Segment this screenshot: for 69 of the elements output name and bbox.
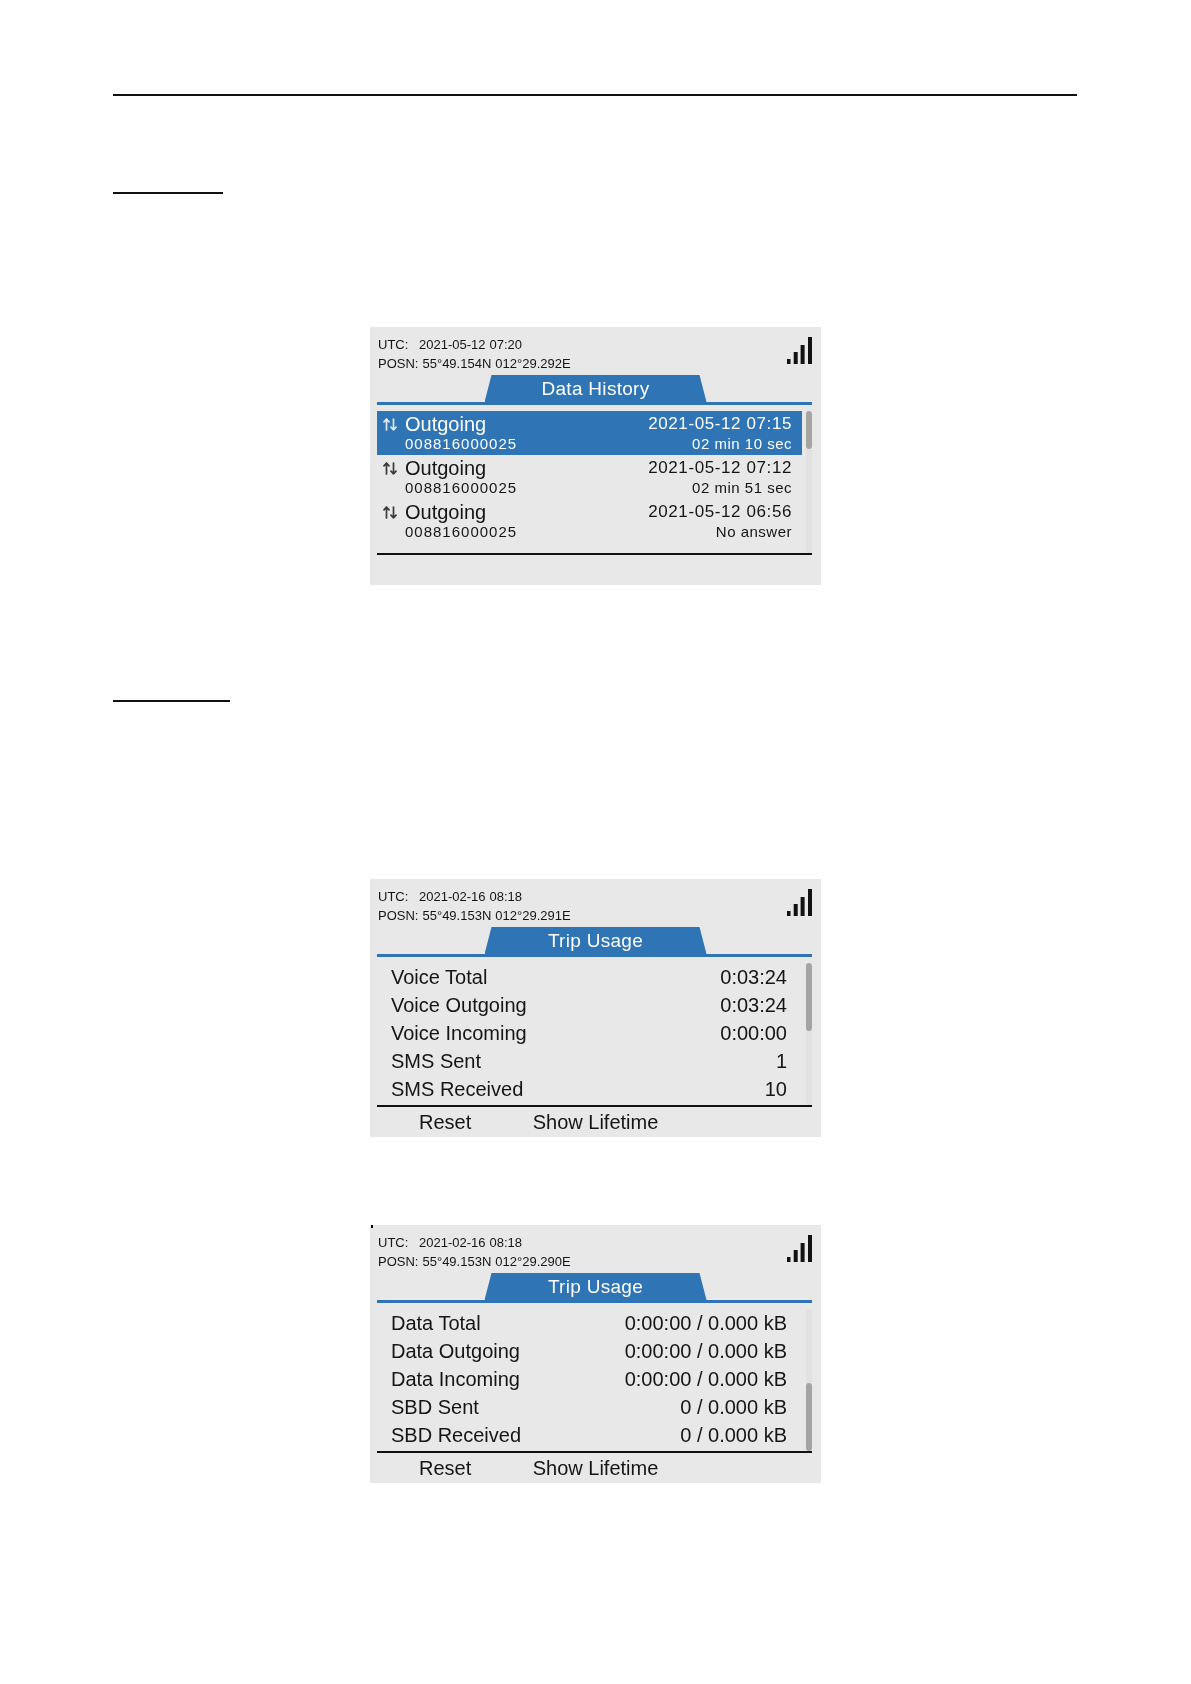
usage-value: 0:00:00 / 0.000 kB — [624, 1311, 787, 1336]
usage-value: 0 / 0.000 kB — [680, 1395, 787, 1420]
usage-label: SMS Sent — [391, 1049, 482, 1074]
phone-number: 008816000025 — [405, 523, 519, 541]
call-direction: Outgoing — [405, 457, 488, 479]
call-duration: No answer — [714, 523, 792, 541]
up-down-arrows-icon — [383, 462, 397, 475]
utc-date: 2021-02-16 — [419, 1234, 486, 1252]
signal-strength-icon — [787, 1235, 812, 1262]
utc-label: UTC: — [378, 336, 410, 354]
latitude-text: 55°49.153N — [422, 907, 492, 925]
utc-date: 2021-02-16 — [419, 888, 486, 906]
softkey[interactable]: Show Lifetime — [532, 1110, 659, 1134]
call-list-item[interactable]: Outgoing 008816000025 2021-05-12 06:56 No answer — [377, 499, 802, 543]
latitude-text: 55°49.154N — [422, 355, 492, 373]
position-label: POSN: — [378, 1253, 419, 1271]
position-label: POSN: — [378, 907, 419, 925]
phone-number: 008816000025 — [405, 479, 519, 497]
signal-strength-icon — [787, 337, 812, 364]
usage-label: Data Incoming — [391, 1367, 520, 1392]
usage-label: Voice Incoming — [391, 1021, 527, 1046]
usage-value: 1 — [775, 1049, 787, 1074]
usage-value: 0:00:00 — [720, 1021, 787, 1046]
title-banner: Trip Usage — [484, 927, 707, 954]
usage-value: 0:03:24 — [720, 965, 787, 990]
call-datetime: 2021-05-12 07:15 — [648, 413, 792, 435]
longitude-text: 012°29.291E — [495, 907, 571, 925]
usage-label: SBD Sent — [391, 1395, 479, 1420]
title-banner: Trip Usage — [484, 1273, 707, 1300]
utc-time: 07:20 — [489, 336, 523, 354]
usage-value: 0 / 0.000 kB — [680, 1423, 787, 1448]
up-down-arrows-icon — [383, 418, 397, 431]
usage-label: Voice Outgoing — [391, 993, 527, 1018]
phone-number: 008816000025 — [405, 435, 519, 453]
usage-value: 0:00:00 / 0.000 kB — [624, 1367, 787, 1392]
utc-time: 08:18 — [489, 1234, 523, 1252]
latitude-text: 55°49.153N — [422, 1253, 492, 1271]
longitude-text: 012°29.292E — [495, 355, 571, 373]
scrollbar-thumb — [806, 411, 812, 449]
utc-date: 2021-05-12 — [419, 336, 486, 354]
utc-label: UTC: — [378, 888, 410, 906]
usage-value: 10 — [764, 1077, 787, 1102]
usage-value: 0:00:00 / 0.000 kB — [624, 1339, 787, 1364]
softkey[interactable]: Show Lifetime — [532, 1456, 659, 1480]
longitude-text: 012°29.290E — [495, 1253, 571, 1271]
call-datetime: 2021-05-12 07:12 — [648, 457, 792, 479]
usage-value: 0:03:24 — [720, 993, 787, 1018]
usage-label: Voice Total — [391, 965, 488, 990]
call-duration: 02 min 10 sec — [691, 435, 792, 453]
usage-label: SMS Received — [391, 1077, 524, 1102]
position-label: POSN: — [378, 355, 419, 373]
usage-label: SBD Received — [391, 1423, 522, 1448]
utc-time: 08:18 — [489, 888, 523, 906]
usage-label: Data Outgoing — [391, 1339, 520, 1364]
call-duration: 02 min 51 sec — [691, 479, 792, 497]
scrollbar-thumb — [806, 963, 812, 1031]
call-direction: Outgoing — [405, 413, 488, 435]
up-down-arrows-icon — [383, 506, 397, 519]
call-list-item[interactable]: Outgoing 008816000025 2021-05-12 07:15 02 min 10 sec — [377, 411, 802, 455]
call-direction: Outgoing — [405, 501, 488, 523]
usage-label: Data Total — [391, 1311, 481, 1336]
title-banner: Data History — [484, 375, 707, 402]
utc-label: UTC: — [378, 1234, 410, 1252]
softkey[interactable]: Reset — [419, 1456, 472, 1480]
scrollbar-thumb — [806, 1383, 812, 1451]
call-list-item[interactable]: Outgoing 008816000025 2021-05-12 07:12 02 min 51 sec — [377, 455, 802, 499]
call-datetime: 2021-05-12 06:56 — [648, 501, 792, 523]
signal-strength-icon — [787, 889, 812, 916]
softkey[interactable]: Reset — [419, 1110, 472, 1134]
